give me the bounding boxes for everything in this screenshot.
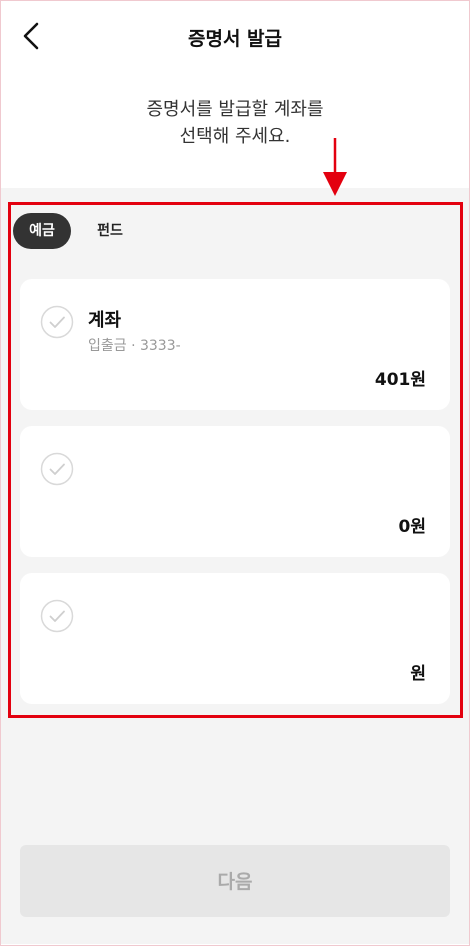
account-number: 입출금 · 3333- [88,338,181,354]
check-circle-icon[interactable] [40,599,74,633]
instruction-text: 증명서를 발급할 계좌를 선택해 주세요. [0,96,470,150]
account-balance: 0원 [398,517,426,537]
account-balance: 원 [410,664,426,684]
check-circle-icon[interactable] [40,305,74,339]
arrow-down-icon [323,138,347,196]
account-balance: 401원 [374,370,426,390]
tab-deposit[interactable]: 예금 [13,213,71,249]
check-circle-icon[interactable] [40,452,74,486]
tab-fund[interactable]: 펀드 [84,213,136,249]
account-name: 계좌 [88,310,122,331]
account-card[interactable]: 계좌 입출금 · 3333- 401원 [20,279,450,410]
next-button[interactable]: 다음 [20,845,450,917]
account-card[interactable]: 원 [20,573,450,704]
instruction-line-2: 선택해 주세요. [179,126,291,147]
header: 증명서 발급 [0,0,470,72]
instruction-line-1: 증명서를 발급할 계좌를 [146,99,324,120]
account-card[interactable]: 0원 [20,426,450,557]
page-title: 증명서 발급 [187,28,282,50]
